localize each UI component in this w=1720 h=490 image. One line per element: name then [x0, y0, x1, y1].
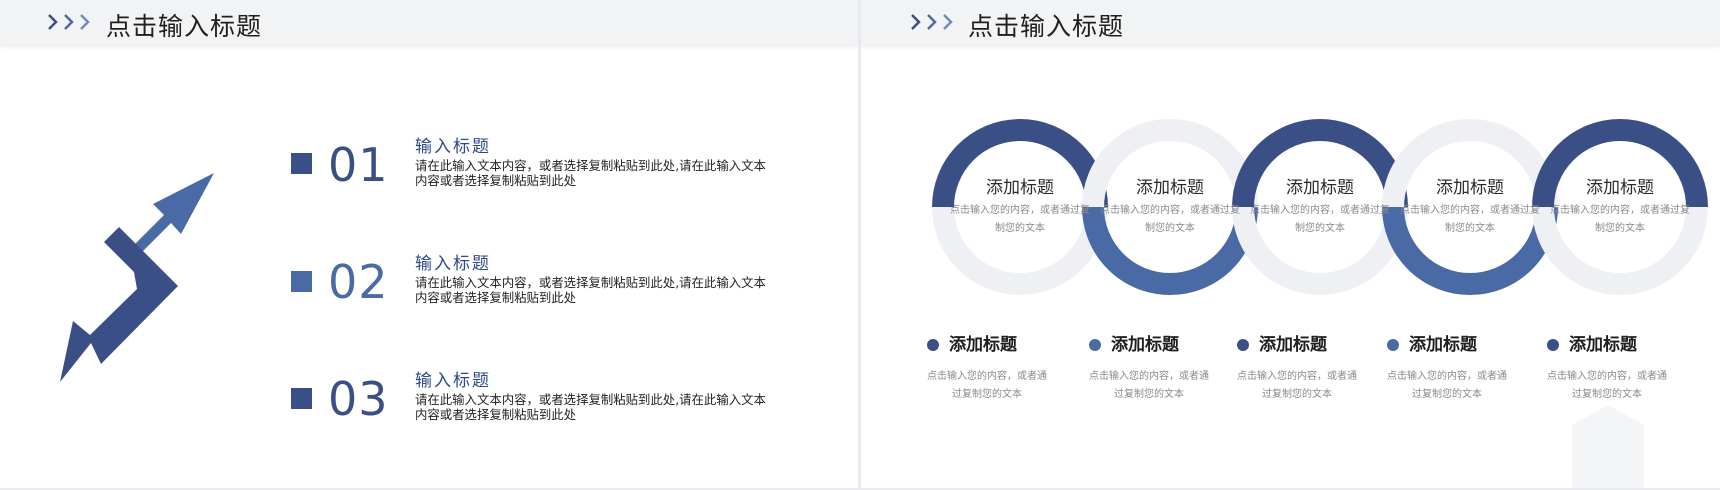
ring-title: 添加标题 [1586, 178, 1654, 198]
ring-description: 点击输入您的内容，或者通过复制您的文本 [1250, 205, 1390, 234]
ring-label: 添加标题 点击输入您的内容，或者通过复制您的文本 [950, 173, 1090, 238]
slide-right: 点击输入标题 添加标题 点击输入您的内容，或者通过复制您的文本 添加标题 点击输… [861, 0, 1720, 490]
item-description: 点击输入您的内容，或者通过复制您的文本 [1387, 371, 1507, 400]
watermark-shape [1572, 405, 1644, 490]
dot-bullet-icon [1387, 339, 1399, 351]
ring-label: 添加标题 点击输入您的内容，或者通过复制您的文本 [1550, 173, 1690, 238]
item-number: 03 [328, 372, 389, 426]
item-description: 请在此输入文本内容，或者选择复制粘贴到此处,请在此输入文本内容或者选择复制粘贴到… [415, 275, 766, 305]
ring-description: 点击输入您的内容，或者通过复制您的文本 [1550, 205, 1690, 234]
dot-bullet-icon [1237, 339, 1249, 351]
item-title: 添加标题 [1409, 335, 1477, 355]
item-title: 添加标题 [949, 335, 1017, 355]
page-title: 点击输入标题 [106, 12, 263, 41]
ring-title: 添加标题 [986, 178, 1054, 198]
item-number: 02 [328, 255, 389, 309]
ring-description: 点击输入您的内容，或者通过复制您的文本 [1400, 205, 1540, 234]
slide-left: 点击输入标题 01 输入标题 请在此输入文本内容，或者选择复制粘贴到此处,请在此… [0, 0, 858, 490]
item-number: 01 [328, 138, 389, 192]
item-description: 请在此输入文本内容，或者选择复制粘贴到此处,请在此输入文本内容或者选择复制粘贴到… [415, 392, 766, 422]
list-item: 02 输入标题 请在此输入文本内容，或者选择复制粘贴到此处,请在此输入文本内容或… [0, 245, 858, 335]
item-title: 添加标题 [1259, 335, 1327, 355]
item-title: 添加标题 [1569, 335, 1637, 355]
ring-description: 点击输入您的内容，或者通过复制您的文本 [950, 205, 1090, 234]
dot-bullet-icon [1547, 339, 1559, 351]
dot-bullet-icon [927, 339, 939, 351]
square-bullet-icon [291, 388, 312, 409]
slide-header: 点击输入标题 [0, 0, 858, 45]
ring-title: 添加标题 [1286, 178, 1354, 198]
ring-chain [932, 119, 1708, 295]
item-title: 输入标题 [415, 254, 491, 274]
item-title: 输入标题 [415, 371, 491, 391]
item-description: 点击输入您的内容，或者通过复制您的文本 [1089, 371, 1209, 400]
list-item: 01 输入标题 请在此输入文本内容，或者选择复制粘贴到此处,请在此输入文本内容或… [0, 128, 858, 218]
ring-label: 添加标题 点击输入您的内容，或者通过复制您的文本 [1250, 173, 1390, 238]
ring-label: 添加标题 点击输入您的内容，或者通过复制您的文本 [1100, 173, 1240, 238]
item-title: 输入标题 [415, 137, 491, 157]
ring-description: 点击输入您的内容，或者通过复制您的文本 [1100, 205, 1240, 234]
ring-title: 添加标题 [1436, 178, 1504, 198]
item-description: 请在此输入文本内容，或者选择复制粘贴到此处,请在此输入文本内容或者选择复制粘贴到… [415, 158, 766, 188]
list-item: 03 输入标题 请在此输入文本内容，或者选择复制粘贴到此处,请在此输入文本内容或… [0, 362, 858, 452]
dot-bullet-icon [1089, 339, 1101, 351]
square-bullet-icon [291, 271, 312, 292]
item-description: 点击输入您的内容，或者通过复制您的文本 [1547, 371, 1667, 400]
ring-title: 添加标题 [1136, 178, 1204, 198]
chevron-right-icon [48, 14, 90, 30]
square-bullet-icon [291, 153, 312, 174]
ring-label: 添加标题 点击输入您的内容，或者通过复制您的文本 [1400, 173, 1540, 238]
item-description: 点击输入您的内容，或者通过复制您的文本 [927, 371, 1047, 400]
item-description: 点击输入您的内容，或者通过复制您的文本 [1237, 371, 1357, 400]
item-title: 添加标题 [1111, 335, 1179, 355]
